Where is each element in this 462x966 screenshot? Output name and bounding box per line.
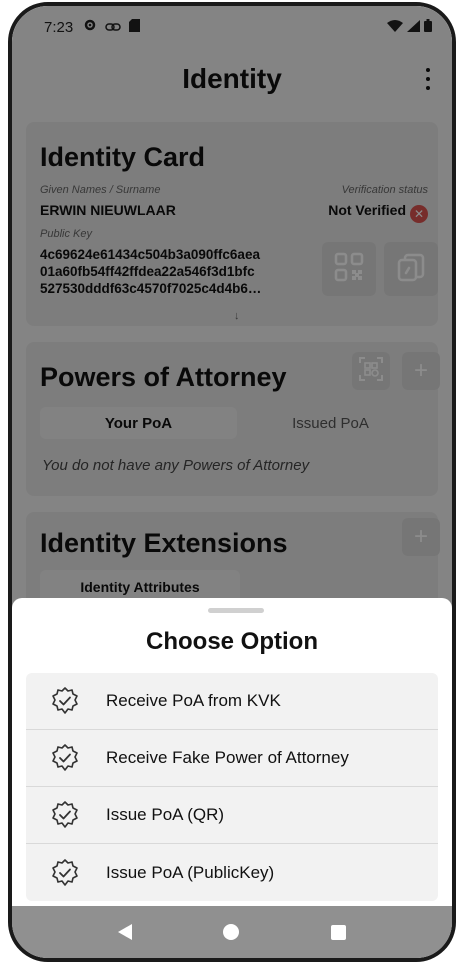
phone-frame: 7:23 Identity Identity Card Given Names …	[8, 2, 456, 962]
option-label: Issue PoA (PublicKey)	[106, 862, 275, 882]
verified-badge-icon	[48, 856, 82, 890]
option-label: Receive PoA from KVK	[106, 691, 281, 710]
sheet-drag-handle[interactable]	[208, 608, 264, 613]
sheet-title: Choose Option	[146, 628, 318, 655]
verified-badge-icon	[48, 741, 82, 775]
option-label: Receive Fake Power of Attorney	[106, 748, 349, 767]
option-issue-poa-publickey[interactable]: Issue PoA (PublicKey)	[26, 844, 438, 901]
system-nav-bar	[12, 906, 452, 958]
verified-badge-icon	[48, 684, 82, 718]
option-label: Issue PoA (QR)	[106, 805, 225, 824]
screen: 7:23 Identity Identity Card Given Names …	[12, 6, 452, 958]
option-receive-poa-kvk[interactable]: Receive PoA from KVK	[26, 673, 438, 730]
choose-option-sheet: Choose Option Receive PoA from KVK Recei…	[12, 598, 452, 914]
options-list: Receive PoA from KVK Receive Fake Power …	[26, 673, 438, 901]
option-receive-fake-poa[interactable]: Receive Fake Power of Attorney	[26, 730, 438, 787]
back-icon[interactable]	[117, 924, 132, 940]
home-icon[interactable]	[223, 924, 240, 940]
option-issue-poa-qr[interactable]: Issue PoA (QR)	[26, 787, 438, 844]
recent-apps-icon[interactable]	[331, 924, 347, 940]
verified-badge-icon	[48, 798, 82, 832]
